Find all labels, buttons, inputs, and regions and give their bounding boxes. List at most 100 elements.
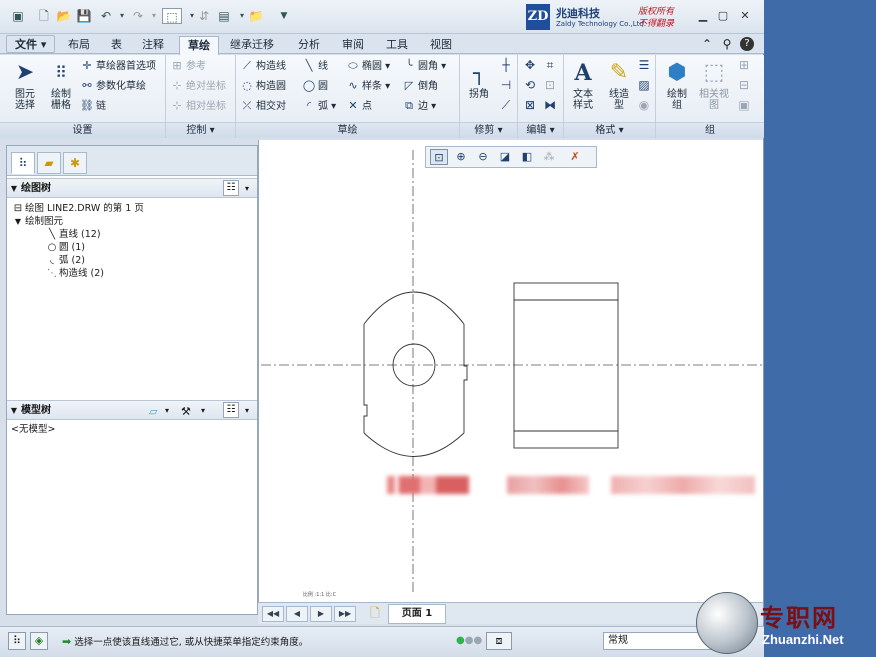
- group-remove-icon[interactable]: ⊟: [736, 77, 752, 93]
- tree-item-construction-line[interactable]: ⋱ 构造线 (2): [45, 267, 104, 280]
- corner-button[interactable]: ┐ 拐角: [462, 57, 496, 119]
- group-edit-label[interactable]: 编辑 ▾: [518, 122, 563, 138]
- maximize-button[interactable]: ▢: [716, 9, 730, 23]
- close-button[interactable]: ✕: [738, 9, 752, 23]
- group-format-label[interactable]: 格式 ▾: [564, 122, 655, 138]
- move-icon[interactable]: ✥: [522, 57, 538, 73]
- tools-icon[interactable]: ⚒: [181, 402, 191, 421]
- trim-icon[interactable]: ⟋: [498, 97, 514, 113]
- open-folder-icon[interactable]: 📂: [56, 8, 72, 24]
- navigator-toggle-icon[interactable]: ⠷: [8, 632, 26, 650]
- tools-dropdown-icon[interactable]: ▾: [201, 401, 205, 420]
- circle-button[interactable]: ◯ 圆: [302, 77, 328, 95]
- chamfer-button[interactable]: ◸ 倒角: [402, 77, 438, 95]
- folder-star-icon[interactable]: 📁: [248, 8, 264, 24]
- tab-annotate[interactable]: 注释: [134, 36, 172, 54]
- window-icon[interactable]: ▤: [216, 8, 232, 24]
- hatch-icon[interactable]: ▨: [636, 77, 652, 93]
- group-control-label[interactable]: 控制 ▾: [166, 122, 235, 138]
- tab-legacy-migration[interactable]: 继承迁移: [222, 36, 282, 54]
- tree-item-arc[interactable]: ◟ 弧 (2): [45, 254, 85, 267]
- chain-button[interactable]: ⛓ 链: [80, 97, 106, 115]
- ellipse-button[interactable]: ⬭ 椭圆 ▾: [346, 57, 390, 75]
- tree-folder[interactable]: ▼ 绘制图元: [11, 215, 63, 228]
- model-tree-settings-icon[interactable]: ☷: [223, 402, 239, 418]
- save-icon[interactable]: 💾: [76, 8, 92, 24]
- first-page-icon[interactable]: ◀◀: [262, 606, 284, 622]
- group-image-icon[interactable]: ▣: [736, 97, 752, 113]
- last-page-icon[interactable]: ▶▶: [334, 606, 356, 622]
- tab-folder-browser[interactable]: ▰: [37, 152, 61, 174]
- related-view-button[interactable]: ⬚ 相关视 图: [696, 57, 732, 119]
- help-icon[interactable]: ?: [740, 37, 754, 51]
- tab-review[interactable]: 审阅: [334, 36, 372, 54]
- tree-settings-dropdown-icon[interactable]: ▾: [245, 179, 249, 198]
- line-style-button[interactable]: ✎ 线造 型: [602, 57, 636, 119]
- new-page-icon[interactable]: 🗋: [364, 606, 386, 622]
- tab-sketch[interactable]: 草绘: [179, 36, 219, 55]
- line-width-icon[interactable]: ☰: [636, 57, 652, 73]
- tab-analysis[interactable]: 分析: [290, 36, 328, 54]
- divide-icon[interactable]: ┼: [498, 57, 514, 73]
- stretch-icon[interactable]: ⌗: [542, 57, 558, 73]
- collapse-ribbon-icon[interactable]: ⌃: [700, 37, 714, 51]
- model-display-dropdown-icon[interactable]: ▾: [165, 401, 169, 420]
- mirror-icon[interactable]: ⧓: [542, 97, 558, 113]
- draw-group-button[interactable]: ⬢ 绘制 组: [660, 57, 694, 119]
- split-icon[interactable]: ⊣: [498, 77, 514, 93]
- front-view-top-arc[interactable]: [363, 291, 465, 325]
- redo-icon[interactable]: ↷: [130, 8, 146, 24]
- sketcher-preferences-button[interactable]: ✛ 草绘器首选项: [80, 57, 156, 75]
- next-page-icon[interactable]: ▶: [310, 606, 332, 622]
- tab-favorites[interactable]: ✱: [63, 152, 87, 174]
- select-entity-button[interactable]: ➤ 图元 选择: [8, 57, 42, 119]
- front-view-right-edge[interactable]: [463, 324, 468, 433]
- tab-table[interactable]: 表: [103, 36, 130, 54]
- new-file-icon[interactable]: 🗋: [36, 8, 52, 24]
- intersect-button[interactable]: ⤫ 相交对: [240, 97, 286, 115]
- edge-button[interactable]: ⧉ 边 ▾: [402, 97, 436, 115]
- rotate-icon[interactable]: ⟲: [522, 77, 538, 93]
- tab-file[interactable]: 文件 ▾: [6, 35, 56, 53]
- front-view-bottom-arc[interactable]: [363, 432, 465, 457]
- line-button[interactable]: ╲ 线: [302, 57, 328, 75]
- transform-icon[interactable]: ⊠: [522, 97, 538, 113]
- scale-icon[interactable]: ⊡: [542, 77, 558, 93]
- minimize-button[interactable]: ▁: [696, 9, 710, 23]
- fillet-button[interactable]: ╰ 圆角 ▾: [402, 57, 447, 75]
- group-modify-label[interactable]: 修剪 ▾: [460, 122, 517, 138]
- undo-icon[interactable]: ↶: [98, 8, 114, 24]
- absolute-coordinate-button[interactable]: ⊹ 绝对坐标: [170, 77, 226, 95]
- prev-page-icon[interactable]: ◀: [286, 606, 308, 622]
- arc-button[interactable]: ◜ 弧 ▾: [302, 97, 336, 115]
- side-view-outline[interactable]: [513, 282, 619, 449]
- spline-button[interactable]: ∿ 样条 ▾: [346, 77, 390, 95]
- relative-coordinate-button[interactable]: ⊹ 相对坐标: [170, 97, 226, 115]
- model-tree-header[interactable]: ▼ 模型树 ▱ ▾ ⚒ ▾ ☷ ▾: [7, 400, 257, 420]
- text-style-button[interactable]: A 文本 样式: [566, 57, 600, 119]
- construction-line-button[interactable]: ⟋ 构造线: [240, 57, 286, 75]
- tree-settings-icon[interactable]: ☷: [223, 180, 239, 196]
- select-box-icon[interactable]: ⬚: [162, 8, 182, 24]
- model-tree-settings-dropdown-icon[interactable]: ▾: [245, 401, 249, 420]
- redo-dropdown-icon[interactable]: ▾: [146, 8, 162, 24]
- model-display-icon[interactable]: ▱: [149, 402, 157, 421]
- customize-qat-icon[interactable]: ▼: [276, 8, 292, 24]
- page-tab-1[interactable]: 页面 1: [388, 604, 446, 624]
- drawing-canvas[interactable]: ⊡ ⊕ ⊖ ◪ ◧ ⁂ ✗ 比例 :1:1 比:C: [258, 140, 763, 602]
- draw-grid-button[interactable]: ⠿ 绘制 栅格: [44, 57, 78, 119]
- parametric-sketch-button[interactable]: ⚯ 参数化草绘: [80, 77, 146, 95]
- drawing-tree-header[interactable]: ▼ 绘图树 ☷ ▾: [7, 178, 257, 198]
- construction-circle-button[interactable]: ◌ 构造圆: [240, 77, 286, 95]
- reference-button[interactable]: ⊞ 参考: [170, 57, 206, 75]
- tab-view[interactable]: 视图: [422, 36, 460, 54]
- undo-dropdown-icon[interactable]: ▾: [114, 8, 130, 24]
- front-view-left-edge[interactable]: [363, 324, 368, 433]
- tree-item-circle[interactable]: ○ 圆 (1): [45, 241, 85, 254]
- layer-icon[interactable]: ◉: [636, 97, 652, 113]
- point-button[interactable]: ✕ 点: [346, 97, 372, 115]
- tab-tree[interactable]: ⠷: [11, 152, 35, 174]
- tree-item-line[interactable]: ╲ 直线 (12): [45, 228, 101, 241]
- tab-layout[interactable]: 布局: [60, 36, 98, 54]
- find-icon[interactable]: ⧈: [486, 632, 512, 650]
